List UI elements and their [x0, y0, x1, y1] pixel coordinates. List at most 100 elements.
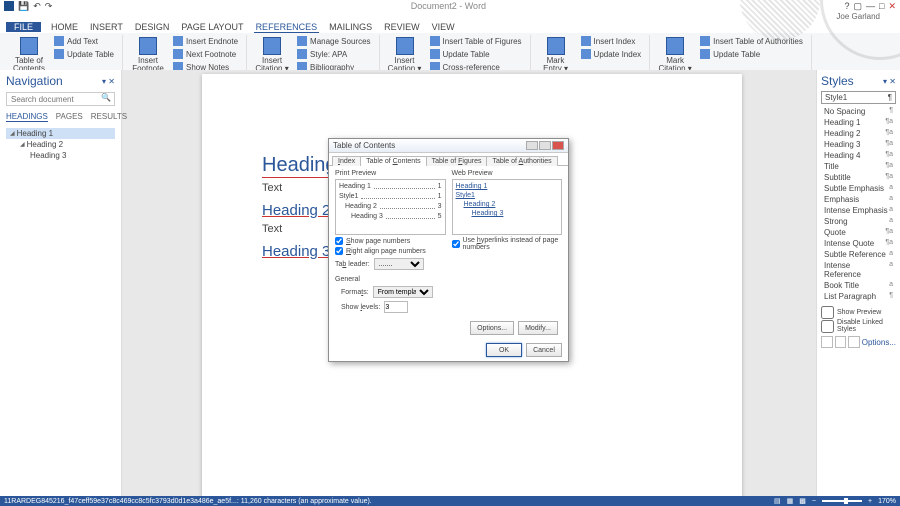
- citations-button[interactable]: InsertCitation ▾: [253, 35, 291, 75]
- authorities-button[interactable]: MarkCitation ▾: [656, 35, 694, 75]
- formats-select[interactable]: From template: [373, 286, 433, 298]
- view-print-icon[interactable]: ▦: [787, 497, 794, 505]
- dialog-tab-table-of-figures[interactable]: Table of Figures: [426, 156, 488, 166]
- search-icon[interactable]: 🔍: [101, 93, 111, 102]
- view-web-icon[interactable]: ▩: [799, 497, 806, 505]
- use-hyperlinks-checkbox[interactable]: Use hyperlinks instead of page numbers: [452, 237, 563, 251]
- ribbon-tab-file[interactable]: FILE: [6, 22, 41, 32]
- styles-close-icon[interactable]: ✕: [889, 77, 896, 86]
- dialog-help-icon[interactable]: [526, 141, 538, 150]
- ribbon-tab-view[interactable]: VIEW: [430, 22, 457, 32]
- zoom-level[interactable]: 170%: [878, 498, 896, 505]
- style-intense-emphasis[interactable]: Intense Emphasisa: [821, 205, 896, 216]
- style-heading-3[interactable]: Heading 3¶a: [821, 139, 896, 150]
- toc-dialog: Table of Contents IndexTable of Contents…: [328, 138, 569, 362]
- style-heading-4[interactable]: Heading 4¶a: [821, 150, 896, 161]
- qat-save-icon[interactable]: 💾: [18, 1, 29, 12]
- dialog-tab-table-of-contents[interactable]: Table of Contents: [360, 156, 427, 166]
- cancel-button[interactable]: Cancel: [526, 343, 562, 357]
- style-subtle-emphasis[interactable]: Subtle Emphasisa: [821, 183, 896, 194]
- nav-heading-item[interactable]: Heading 3: [6, 150, 115, 161]
- style-book-title[interactable]: Book Titlea: [821, 280, 896, 291]
- manage-styles-button[interactable]: [848, 336, 860, 348]
- navigation-title: Navigation: [6, 74, 63, 88]
- insert-table-of-figures-button[interactable]: Insert Table of Figures: [428, 35, 524, 47]
- nav-heading-item[interactable]: ◢Heading 1: [6, 128, 115, 139]
- update-table-button[interactable]: Update Table: [52, 48, 116, 60]
- qat-undo-icon[interactable]: ↶: [33, 1, 41, 12]
- close-window-icon[interactable]: ✕: [888, 1, 896, 12]
- styles-options-link[interactable]: Options...: [862, 338, 896, 347]
- manage-sources-button[interactable]: Manage Sources: [295, 35, 372, 47]
- style-inspector-button[interactable]: [835, 336, 847, 348]
- style-strong[interactable]: Stronga: [821, 216, 896, 227]
- show-page-numbers-checkbox[interactable]: Show page numbers: [335, 237, 446, 245]
- tab-leader-select[interactable]: .......: [374, 258, 424, 270]
- ribbon-tabs: FILE HOME INSERT DESIGN PAGE LAYOUT REFERENCE…: [0, 21, 900, 33]
- zoom-slider[interactable]: [822, 500, 862, 502]
- ribbon-tab-insert[interactable]: INSERT: [88, 22, 125, 32]
- style-apa-button[interactable]: Style: APA: [295, 48, 372, 60]
- current-style[interactable]: Style1¶: [821, 91, 896, 104]
- window-title: Document2 - Word: [411, 1, 486, 11]
- update-table-button[interactable]: Update Table: [428, 48, 524, 60]
- ribbon-tab-review[interactable]: REVIEW: [382, 22, 422, 32]
- style-intense-quote[interactable]: Intense Quote¶a: [821, 238, 896, 249]
- next-footnote-button[interactable]: Next Footnote: [171, 48, 240, 60]
- style-subtitle[interactable]: Subtitle¶a: [821, 172, 896, 183]
- dialog-minimize-icon[interactable]: [539, 141, 551, 150]
- modify-button[interactable]: Modify...: [518, 321, 558, 335]
- style-no-spacing[interactable]: No Spacing¶: [821, 106, 896, 117]
- style-emphasis[interactable]: Emphasisa: [821, 194, 896, 205]
- index-button[interactable]: MarkEntry ▾: [537, 35, 575, 75]
- search-input[interactable]: [6, 92, 115, 106]
- disable-linked-checkbox[interactable]: Disable Linked Styles: [821, 319, 896, 333]
- show-preview-checkbox[interactable]: Show Preview: [821, 306, 896, 319]
- nav-dropdown-icon[interactable]: ▾: [102, 77, 106, 86]
- style-intense-reference[interactable]: Intense Referencea: [821, 260, 896, 280]
- captions-button[interactable]: InsertCaption ▾: [386, 35, 424, 75]
- insert-index-button[interactable]: Insert Index: [579, 35, 644, 47]
- insert-table-of-authorities-button[interactable]: Insert Table of Authorities: [698, 35, 805, 47]
- ribbon-options-icon[interactable]: ▢: [853, 1, 862, 12]
- general-label: General: [335, 276, 562, 283]
- new-style-button[interactable]: [821, 336, 833, 348]
- ribbon-tab-mailings[interactable]: MAILINGS: [327, 22, 374, 32]
- ribbon-tab-design[interactable]: DESIGN: [133, 22, 172, 32]
- ok-button[interactable]: OK: [486, 343, 522, 357]
- add-text-button[interactable]: Add Text: [52, 35, 116, 47]
- style-title[interactable]: Title¶a: [821, 161, 896, 172]
- style-heading-2[interactable]: Heading 2¶a: [821, 128, 896, 139]
- style-heading-1[interactable]: Heading 1¶a: [821, 117, 896, 128]
- nav-tab-headings[interactable]: HEADINGS: [6, 112, 48, 122]
- title-bar: 💾 ↶ ↷ Document2 - Word ? ▢ — □ ✕: [0, 0, 900, 12]
- zoom-out-icon[interactable]: −: [812, 498, 816, 505]
- show-levels-input[interactable]: [384, 301, 408, 313]
- minimize-icon[interactable]: —: [866, 1, 875, 11]
- formats-label: Formats:: [341, 289, 369, 296]
- help-icon[interactable]: ?: [844, 1, 849, 11]
- maximize-icon[interactable]: □: [879, 1, 884, 11]
- style-subtle-reference[interactable]: Subtle Referencea: [821, 249, 896, 260]
- dialog-tab-index[interactable]: Index: [332, 156, 361, 166]
- ribbon-tab-references[interactable]: REFERENCES: [254, 22, 320, 33]
- style-quote[interactable]: Quote¶a: [821, 227, 896, 238]
- nav-heading-item[interactable]: ◢Heading 2: [6, 139, 115, 150]
- insert-endnote-button[interactable]: Insert Endnote: [171, 35, 240, 47]
- style-list-paragraph[interactable]: List Paragraph¶: [821, 291, 896, 302]
- options-button[interactable]: Options...: [470, 321, 514, 335]
- nav-tab-pages[interactable]: PAGES: [56, 112, 83, 122]
- ribbon-tab-home[interactable]: HOME: [49, 22, 80, 32]
- dialog-tab-table-of-authorities[interactable]: Table of Authorities: [486, 156, 557, 166]
- update-index-button[interactable]: Update Index: [579, 48, 644, 60]
- dialog-close-icon[interactable]: [552, 141, 564, 150]
- nav-close-icon[interactable]: ✕: [108, 77, 115, 86]
- user-name: Joe Garland: [0, 12, 900, 21]
- zoom-in-icon[interactable]: +: [868, 498, 872, 505]
- ribbon-tab-page-layout[interactable]: PAGE LAYOUT: [179, 22, 245, 32]
- styles-dropdown-icon[interactable]: ▾: [883, 77, 887, 86]
- view-read-icon[interactable]: ▤: [774, 497, 781, 505]
- qat-redo-icon[interactable]: ↷: [45, 1, 53, 12]
- right-align-checkbox[interactable]: Right align page numbers: [335, 247, 446, 255]
- update-table-button[interactable]: Update Table: [698, 48, 805, 60]
